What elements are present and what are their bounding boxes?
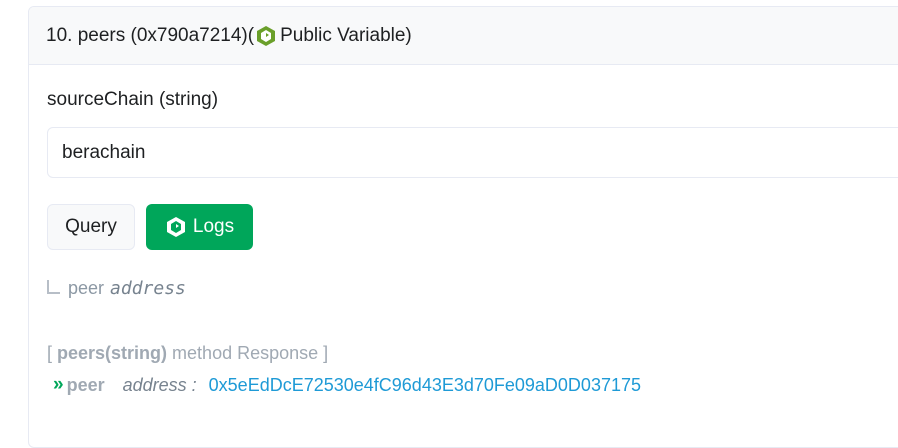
- double-chevron-right-icon: »: [53, 374, 63, 395]
- card-header[interactable]: 10. peers (0x790a7214)( Public Variable): [29, 7, 898, 65]
- response-header: [ peers(string) method Response ]: [47, 343, 328, 364]
- query-button[interactable]: Query: [47, 204, 135, 250]
- response-method: peers(string): [57, 343, 168, 363]
- header-title: 10. peers (0x790a7214)(: [46, 24, 255, 46]
- output-type: address: [110, 278, 186, 299]
- logs-button[interactable]: Logs: [146, 204, 253, 250]
- logs-icon: [165, 216, 187, 238]
- sourcechain-input[interactable]: [47, 127, 898, 178]
- tree-corner-icon: [47, 279, 60, 294]
- header-variable-label: Public Variable): [280, 24, 412, 46]
- response-name: peer: [66, 374, 105, 395]
- response-address-link[interactable]: 0x5eEdDcE72530e4fC96d43E3d70Fe09aD0D0371…: [209, 375, 641, 396]
- sourcechain-label: sourceChain (string): [47, 89, 219, 110]
- contract-read-card: 10. peers (0x790a7214)( Public Variable)…: [28, 6, 898, 448]
- logs-label: Logs: [192, 216, 235, 237]
- response-row: » peer address : 0x5eEdDcE72530e4fC96d43…: [53, 374, 641, 396]
- output-name: peer: [68, 278, 105, 298]
- output-signature: peer address: [47, 278, 186, 299]
- response-open-bracket: [: [47, 343, 58, 363]
- response-type: address :: [122, 374, 197, 395]
- public-variable-icon: [256, 25, 276, 47]
- response-header-rest: method Response ]: [167, 343, 329, 363]
